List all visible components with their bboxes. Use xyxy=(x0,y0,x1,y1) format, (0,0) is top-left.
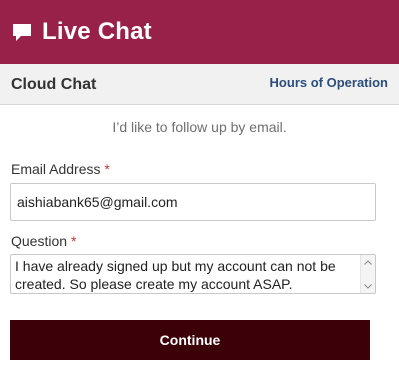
question-label: Question * xyxy=(11,233,76,249)
email-label-text: Email Address xyxy=(11,161,101,177)
question-textarea[interactable]: I have already signed up but my account … xyxy=(11,255,361,293)
question-label-text: Question xyxy=(11,233,68,249)
header-title: Live Chat xyxy=(42,18,152,45)
email-label: Email Address * xyxy=(11,161,110,177)
continue-button[interactable]: Continue xyxy=(10,320,370,360)
required-marker: * xyxy=(104,161,110,177)
question-textarea-container: I have already signed up but my account … xyxy=(10,254,376,294)
chat-bubble-icon xyxy=(13,24,31,41)
question-scrollbar[interactable] xyxy=(360,255,375,293)
intro-text: I’d like to follow up by email. xyxy=(112,119,287,135)
subheader-bar: Cloud Chat Hours of Operation xyxy=(0,64,399,105)
scroll-up-icon[interactable] xyxy=(363,257,373,267)
chat-section-title: Cloud Chat xyxy=(11,76,97,93)
header-bar: Live Chat xyxy=(0,0,399,64)
required-marker: * xyxy=(70,233,77,249)
live-chat-window: Live Chat Cloud Chat Hours of Operation … xyxy=(0,0,399,381)
scroll-down-icon[interactable] xyxy=(363,281,373,291)
email-field[interactable] xyxy=(10,183,376,221)
hours-of-operation-link[interactable]: Hours of Operation xyxy=(270,75,388,90)
